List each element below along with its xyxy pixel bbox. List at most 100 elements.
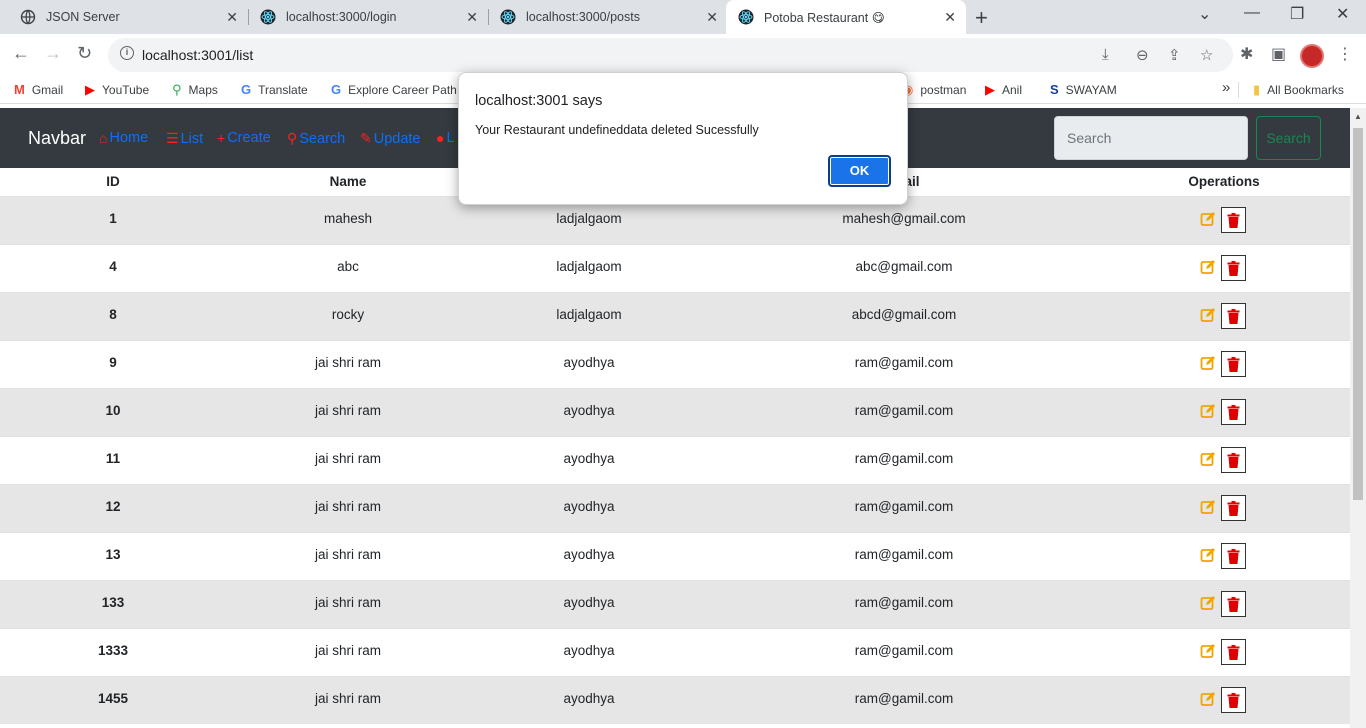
cell-email: ram@gamil.com [854, 691, 954, 706]
browser-toolbar: ← → ↻ i localhost:3001/list ⤓ ⊖ ⇪ ☆ ✱ ▣ … [0, 34, 1366, 76]
browser-tab-strip: JSON Server ✕ localhost:3000/login ✕ loc… [0, 0, 1366, 34]
delete-button[interactable] [1221, 687, 1246, 713]
table-row: 8 rocky ladjalgaom abcd@gmail.com [0, 292, 1350, 340]
ok-button[interactable]: OK [828, 155, 891, 187]
restore-icon[interactable]: ❐ [1290, 4, 1304, 24]
edit-icon[interactable] [1200, 691, 1216, 707]
forward-icon[interactable]: → [44, 43, 62, 64]
close-tab-icon[interactable]: ✕ [944, 9, 956, 26]
bookmark-label: Anil [1002, 83, 1023, 97]
bookmark-label: postman [920, 83, 967, 97]
search-button[interactable]: Search [1256, 116, 1321, 160]
edit-icon[interactable] [1200, 355, 1216, 371]
close-tab-icon[interactable]: ✕ [226, 9, 238, 26]
star-icon[interactable]: ☆ [1200, 46, 1213, 64]
edit-icon[interactable] [1200, 643, 1216, 659]
delete-button[interactable] [1221, 303, 1246, 329]
edit-icon[interactable] [1200, 451, 1216, 467]
cell-id: 12 [105, 499, 121, 514]
nav-login[interactable]: ● L [436, 130, 455, 146]
nav-home[interactable]: ⌂ Home [99, 130, 148, 146]
bookmark-postman[interactable]: ◉ postman [902, 82, 966, 98]
edit-icon[interactable] [1200, 403, 1216, 419]
browser-tab[interactable]: localhost:3000/login ✕ [248, 0, 488, 34]
nav-label: Home [109, 130, 149, 146]
cell-email: ram@gamil.com [854, 499, 954, 514]
profile-avatar[interactable] [1300, 44, 1324, 68]
translate-icon: G [241, 82, 252, 97]
edit-icon[interactable] [1200, 307, 1216, 323]
side-panel-icon[interactable]: ▣ [1271, 44, 1286, 64]
cell-address: ladjalgaom [556, 259, 622, 274]
cell-email: ram@gamil.com [854, 595, 954, 610]
bookmark-maps[interactable]: ⚲ Maps [172, 82, 218, 98]
delete-button[interactable] [1221, 639, 1246, 665]
all-bookmarks-folder[interactable]: ▮ All Bookmarks [1238, 82, 1344, 98]
navbar-brand[interactable]: Navbar [28, 128, 86, 149]
cell-name: jai shri ram [314, 595, 382, 610]
bookmark-label: Maps [188, 83, 218, 97]
react-icon [738, 9, 754, 25]
delete-button[interactable] [1221, 591, 1246, 617]
edit-icon[interactable] [1200, 211, 1216, 227]
new-tab-button[interactable]: + [975, 5, 988, 31]
column-header: ID [106, 174, 120, 189]
search-input[interactable]: Search [1054, 116, 1248, 160]
edit-icon[interactable] [1200, 499, 1216, 515]
close-tab-icon[interactable]: ✕ [706, 9, 718, 26]
address-bar[interactable]: i localhost:3001/list ⤓ ⊖ ⇪ ☆ [108, 38, 1233, 72]
tab-search-icon[interactable]: ⌄ [1198, 4, 1211, 24]
bookmark-swayam[interactable]: S SWAYAM [1050, 82, 1117, 97]
reload-icon[interactable]: ↻ [77, 43, 92, 64]
nav-label: Create [227, 130, 271, 146]
back-icon[interactable]: ← [12, 43, 30, 64]
bookmark-label: Gmail [31, 82, 64, 97]
scroll-up-icon[interactable]: ▲ [1354, 112, 1362, 121]
bookmark-anil[interactable]: ▶ Anil [985, 82, 1022, 98]
zoom-icon[interactable]: ⊖ [1136, 46, 1149, 64]
more-bookmarks-icon[interactable]: » [1222, 79, 1230, 96]
nav-create[interactable]: + Create [217, 130, 271, 146]
bookmark-label: All Bookmarks [1267, 83, 1344, 97]
cell-address: ayodhya [563, 403, 615, 418]
minimize-icon[interactable]: — [1244, 4, 1260, 22]
page-scrollbar[interactable]: ▲ [1350, 108, 1366, 728]
browser-tab[interactable]: localhost:3000/posts ✕ [488, 0, 728, 34]
delete-button[interactable] [1221, 495, 1246, 521]
table-row: 4 abc ladjalgaom abc@gmail.com [0, 244, 1350, 292]
nav-search[interactable]: ⚲ Search [287, 130, 345, 147]
browser-tab-active[interactable]: Potoba Restaurant 😋 ✕ [726, 0, 966, 34]
edit-icon[interactable] [1200, 259, 1216, 275]
bookmark-youtube[interactable]: ▶ YouTube [85, 82, 149, 98]
cell-email: ram@gamil.com [854, 451, 954, 466]
extensions-icon[interactable]: ✱ [1240, 44, 1253, 64]
cell-id: 4 [109, 259, 117, 274]
close-window-icon[interactable]: ✕ [1336, 4, 1349, 24]
bookmark-gmail[interactable]: M Gmail [14, 82, 63, 97]
cell-email: abc@gmail.com [855, 259, 953, 274]
scroll-thumb[interactable] [1353, 128, 1363, 500]
cell-address: ladjalgaom [556, 307, 622, 322]
site-info-icon[interactable]: i [120, 46, 134, 60]
trash-icon [1227, 356, 1240, 372]
browser-tab[interactable]: JSON Server ✕ [8, 0, 248, 34]
delete-button[interactable] [1221, 255, 1246, 281]
bookmark-translate[interactable]: G Translate [241, 82, 308, 97]
share-icon[interactable]: ⇪ [1168, 46, 1181, 64]
delete-button[interactable] [1221, 399, 1246, 425]
bookmark-explore[interactable]: G Explore Career Path... [331, 82, 467, 97]
install-icon[interactable]: ⤓ [1102, 46, 1109, 63]
edit-icon[interactable] [1200, 595, 1216, 611]
close-tab-icon[interactable]: ✕ [466, 9, 478, 26]
nav-update[interactable]: ✎ Update [360, 130, 421, 147]
delete-button[interactable] [1221, 447, 1246, 473]
menu-icon[interactable]: ⋮ [1337, 44, 1353, 64]
nav-label: Update [373, 130, 421, 147]
cell-address: ayodhya [563, 643, 615, 658]
nav-list[interactable]: ☰ List [166, 130, 203, 147]
delete-button[interactable] [1221, 207, 1246, 233]
delete-button[interactable] [1221, 351, 1246, 377]
delete-button[interactable] [1221, 543, 1246, 569]
cell-id: 8 [109, 307, 117, 322]
edit-icon[interactable] [1200, 547, 1216, 563]
